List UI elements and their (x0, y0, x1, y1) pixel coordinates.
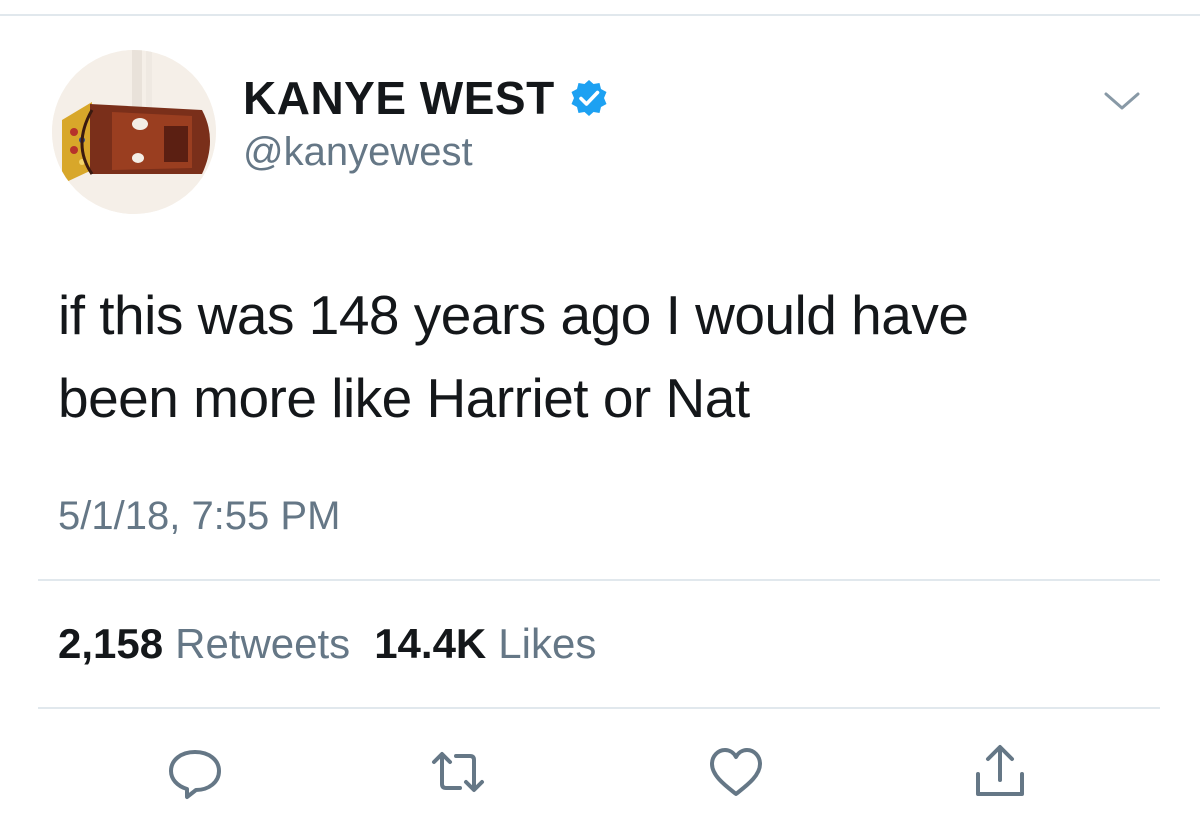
top-divider (0, 14, 1200, 16)
tweet-timestamp[interactable]: 5/1/18, 7:55 PM (58, 494, 340, 539)
share-button[interactable] (968, 740, 1032, 804)
retweets-count: 2,158 (58, 620, 164, 667)
likes-label: Likes (498, 620, 597, 667)
avatar-image (52, 50, 216, 214)
divider (38, 579, 1160, 581)
chevron-down-icon[interactable] (1100, 86, 1144, 116)
divider (38, 707, 1160, 709)
retweet-arrows-icon (432, 752, 484, 792)
tweet-text-line: been more like Harriet or Nat (58, 367, 750, 429)
likes-stat[interactable]: 14.4K Likes (374, 620, 596, 668)
likes-count: 14.4K (374, 620, 487, 667)
tweet-header: KANYE WEST @kanyewest (243, 68, 609, 176)
verified-badge-icon (569, 78, 609, 118)
avatar[interactable] (52, 50, 216, 214)
like-button[interactable] (704, 740, 768, 804)
reply-button[interactable] (163, 740, 227, 804)
tweet-stats: 2,158 Retweets 14.4K Likes (58, 620, 596, 668)
share-upload-icon (976, 745, 1024, 796)
retweets-stat[interactable]: 2,158 Retweets (58, 620, 350, 668)
retweets-label: Retweets (175, 620, 351, 667)
user-handle[interactable]: @kanyewest (243, 128, 609, 176)
display-name[interactable]: KANYE WEST (243, 68, 555, 128)
tweet-text: if this was 148 years ago I would have b… (58, 274, 1158, 440)
tweet-text-line: if this was 148 years ago I would have (58, 284, 969, 346)
reply-bubble-icon (169, 750, 221, 799)
retweet-button[interactable] (426, 740, 490, 804)
heart-icon (710, 748, 762, 796)
name-row: KANYE WEST (243, 68, 609, 128)
